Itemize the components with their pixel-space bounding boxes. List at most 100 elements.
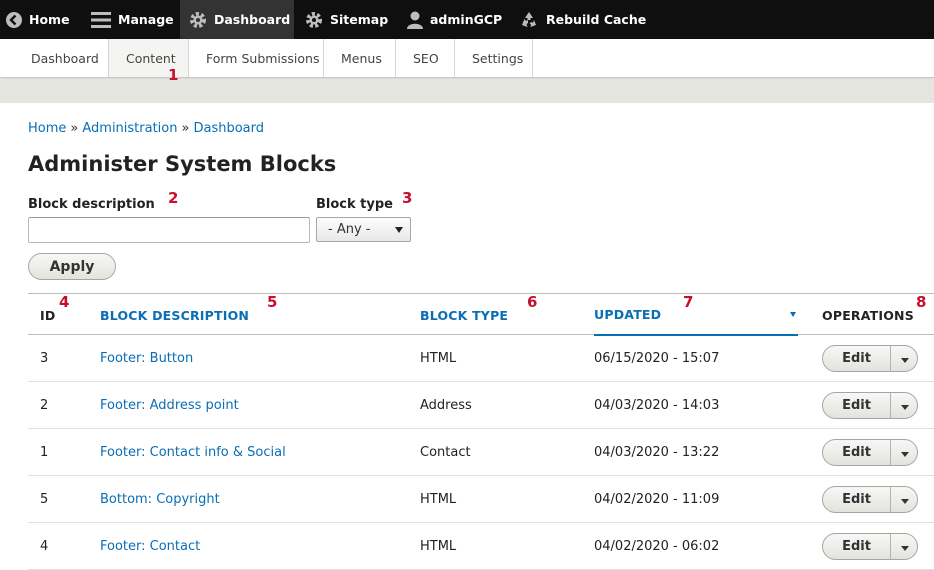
toolbar-rebuild-cache[interactable]: Rebuild Cache bbox=[508, 0, 658, 39]
dropdown-arrow-icon bbox=[395, 227, 403, 233]
edit-button[interactable]: Edit bbox=[823, 487, 891, 512]
chevron-down-icon bbox=[901, 405, 909, 410]
operations-toggle[interactable] bbox=[891, 346, 917, 371]
cell-updated: 04/03/2020 - 14:03 bbox=[594, 398, 720, 413]
annotation-marker: 2 bbox=[168, 189, 179, 207]
block-description-link[interactable]: Footer: Contact bbox=[100, 539, 200, 554]
annotation-marker: 7 bbox=[683, 293, 694, 311]
block-description-link[interactable]: Bottom: Copyright bbox=[100, 492, 220, 507]
breadcrumb-dashboard[interactable]: Dashboard bbox=[193, 121, 264, 136]
table-row: 4 Footer: Contact HTML 04/02/2020 - 06:0… bbox=[28, 523, 934, 570]
operations-dropbutton: Edit bbox=[822, 392, 918, 419]
column-header-block-type[interactable]: BLOCK TYPE bbox=[420, 294, 508, 336]
annotation-marker: 1 bbox=[168, 66, 179, 84]
toolbar-manage-label: Manage bbox=[118, 12, 174, 27]
block-description-link[interactable]: Footer: Button bbox=[100, 351, 193, 366]
block-description-input[interactable] bbox=[28, 217, 310, 243]
tray-item-form-submissions[interactable]: Form Submissions bbox=[189, 39, 324, 77]
cell-description: Footer: Button bbox=[100, 335, 193, 382]
toolbar-sitemap-label: Sitemap bbox=[330, 12, 389, 27]
tray-form-submissions-label: Form Submissions bbox=[206, 50, 320, 66]
toolbar-manage[interactable]: Manage bbox=[80, 0, 180, 39]
cell-description: Footer: Contact bbox=[100, 523, 200, 570]
recycle-icon bbox=[518, 9, 540, 31]
chevron-down-icon bbox=[901, 452, 909, 457]
toolbar-user-label: adminGCP bbox=[430, 12, 503, 27]
back-arrow-icon bbox=[5, 9, 23, 31]
cell-id: 5 bbox=[40, 492, 49, 507]
chevron-down-icon bbox=[901, 546, 909, 551]
block-description-link[interactable]: Footer: Address point bbox=[100, 398, 239, 413]
breadcrumb-home[interactable]: Home bbox=[28, 121, 66, 136]
cell-type: HTML bbox=[420, 351, 457, 366]
annotation-marker: 4 bbox=[59, 293, 70, 311]
toolbar-home[interactable]: Home bbox=[0, 0, 80, 39]
block-description-link[interactable]: Footer: Contact info & Social bbox=[100, 445, 286, 460]
cell-type: Contact bbox=[420, 445, 471, 460]
sort-descending-icon bbox=[790, 312, 796, 317]
cell-description: Footer: Contact info & Social bbox=[100, 429, 286, 476]
operations-dropbutton: Edit bbox=[822, 486, 918, 513]
tray-item-menus[interactable]: Menus bbox=[324, 39, 396, 77]
toolbar-home-label: Home bbox=[29, 12, 70, 27]
cell-updated: 04/03/2020 - 13:22 bbox=[594, 445, 720, 460]
block-type-selected-value: - Any - bbox=[328, 222, 371, 237]
apply-button[interactable]: Apply bbox=[28, 253, 116, 280]
block-description-label: Block description bbox=[28, 197, 155, 212]
tray-item-seo[interactable]: SEO bbox=[396, 39, 455, 77]
tray-item-dashboard[interactable]: Dashboard bbox=[0, 39, 109, 77]
column-header-updated[interactable]: UPDATED bbox=[594, 294, 798, 336]
breadcrumb: Home» Administration» Dashboard bbox=[28, 121, 264, 136]
operations-dropbutton: Edit bbox=[822, 439, 918, 466]
tray-seo-label: SEO bbox=[413, 50, 439, 66]
cell-type: HTML bbox=[420, 539, 457, 554]
tray-content-label: Content bbox=[126, 50, 176, 66]
operations-toggle[interactable] bbox=[891, 487, 917, 512]
toolbar-sitemap[interactable]: Sitemap bbox=[294, 0, 396, 39]
hamburger-icon bbox=[90, 9, 112, 31]
column-header-updated-label: UPDATED bbox=[594, 306, 662, 322]
operations-toggle[interactable] bbox=[891, 534, 917, 559]
column-header-id: ID bbox=[40, 307, 56, 323]
toolbar-user[interactable]: adminGCP bbox=[396, 0, 508, 39]
header-band bbox=[0, 79, 934, 103]
block-type-select[interactable]: - Any - bbox=[316, 217, 411, 242]
annotation-marker: 8 bbox=[916, 293, 927, 311]
gear-icon bbox=[304, 9, 324, 31]
annotation-marker: 3 bbox=[402, 189, 413, 207]
cell-id: 3 bbox=[40, 351, 49, 366]
table-row: 3 Footer: Button HTML 06/15/2020 - 15:07… bbox=[28, 335, 934, 382]
edit-button[interactable]: Edit bbox=[823, 534, 891, 559]
operations-toggle[interactable] bbox=[891, 440, 917, 465]
annotation-marker: 5 bbox=[267, 293, 278, 311]
breadcrumb-administration[interactable]: Administration bbox=[82, 121, 177, 136]
cell-updated: 04/02/2020 - 11:09 bbox=[594, 492, 720, 507]
toolbar-dashboard[interactable]: Dashboard bbox=[180, 0, 294, 39]
cell-id: 1 bbox=[40, 445, 49, 460]
admin-toolbar: Home Manage Dashboard Sitemap adminGCP R… bbox=[0, 0, 934, 39]
user-icon bbox=[406, 9, 424, 31]
cell-description: Footer: Address point bbox=[100, 382, 239, 429]
cell-id: 4 bbox=[40, 539, 49, 554]
tray-item-settings[interactable]: Settings bbox=[455, 39, 533, 77]
breadcrumb-separator: » bbox=[70, 121, 79, 136]
operations-toggle[interactable] bbox=[891, 393, 917, 418]
tray-settings-label: Settings bbox=[472, 50, 524, 66]
table-row: 5 Bottom: Copyright HTML 04/02/2020 - 11… bbox=[28, 476, 934, 523]
cell-updated: 06/15/2020 - 15:07 bbox=[594, 351, 720, 366]
table-row: 1 Footer: Contact info & Social Contact … bbox=[28, 429, 934, 476]
cell-type: Address bbox=[420, 398, 472, 413]
column-header-block-description[interactable]: BLOCK DESCRIPTION bbox=[100, 294, 249, 336]
block-type-label: Block type bbox=[316, 197, 393, 212]
operations-dropbutton: Edit bbox=[822, 345, 918, 372]
edit-button[interactable]: Edit bbox=[823, 440, 891, 465]
edit-button[interactable]: Edit bbox=[823, 393, 891, 418]
table-header: ID BLOCK DESCRIPTION BLOCK TYPE UPDATED … bbox=[28, 293, 934, 336]
tray-dashboard-label: Dashboard bbox=[31, 50, 99, 66]
cell-type: HTML bbox=[420, 492, 457, 507]
operations-dropbutton: Edit bbox=[822, 533, 918, 560]
edit-button[interactable]: Edit bbox=[823, 346, 891, 371]
gear-icon bbox=[188, 9, 208, 31]
cell-id: 2 bbox=[40, 398, 49, 413]
annotation-marker: 6 bbox=[527, 293, 538, 311]
